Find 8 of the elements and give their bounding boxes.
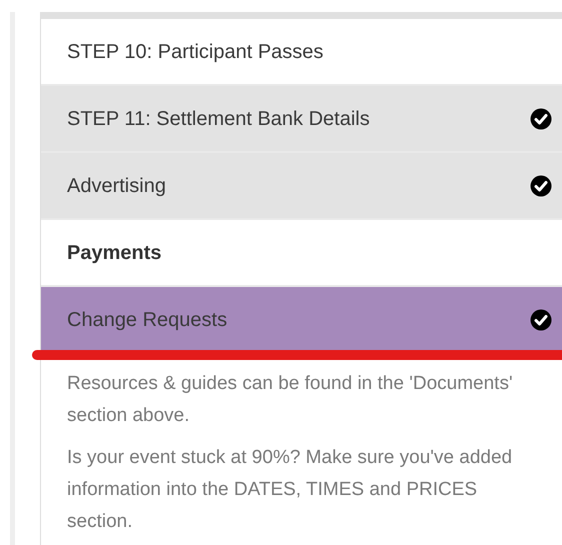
check-circle-icon (530, 174, 552, 196)
step-item[interactable]: Advertising (41, 153, 562, 218)
check-circle-icon (530, 108, 552, 130)
help-text: Is your event stuck at 90%? Make sure you've added information into the DATES, TIMES and PRICES section. (67, 446, 514, 534)
step-item[interactable]: Change Requests (41, 287, 562, 352)
step-item[interactable]: STEP 11: Settlement Bank Details (41, 86, 562, 151)
help-text: Resources & guides can be found in the 'Documents' section above. (67, 372, 514, 428)
check-circle-icon (530, 308, 552, 330)
